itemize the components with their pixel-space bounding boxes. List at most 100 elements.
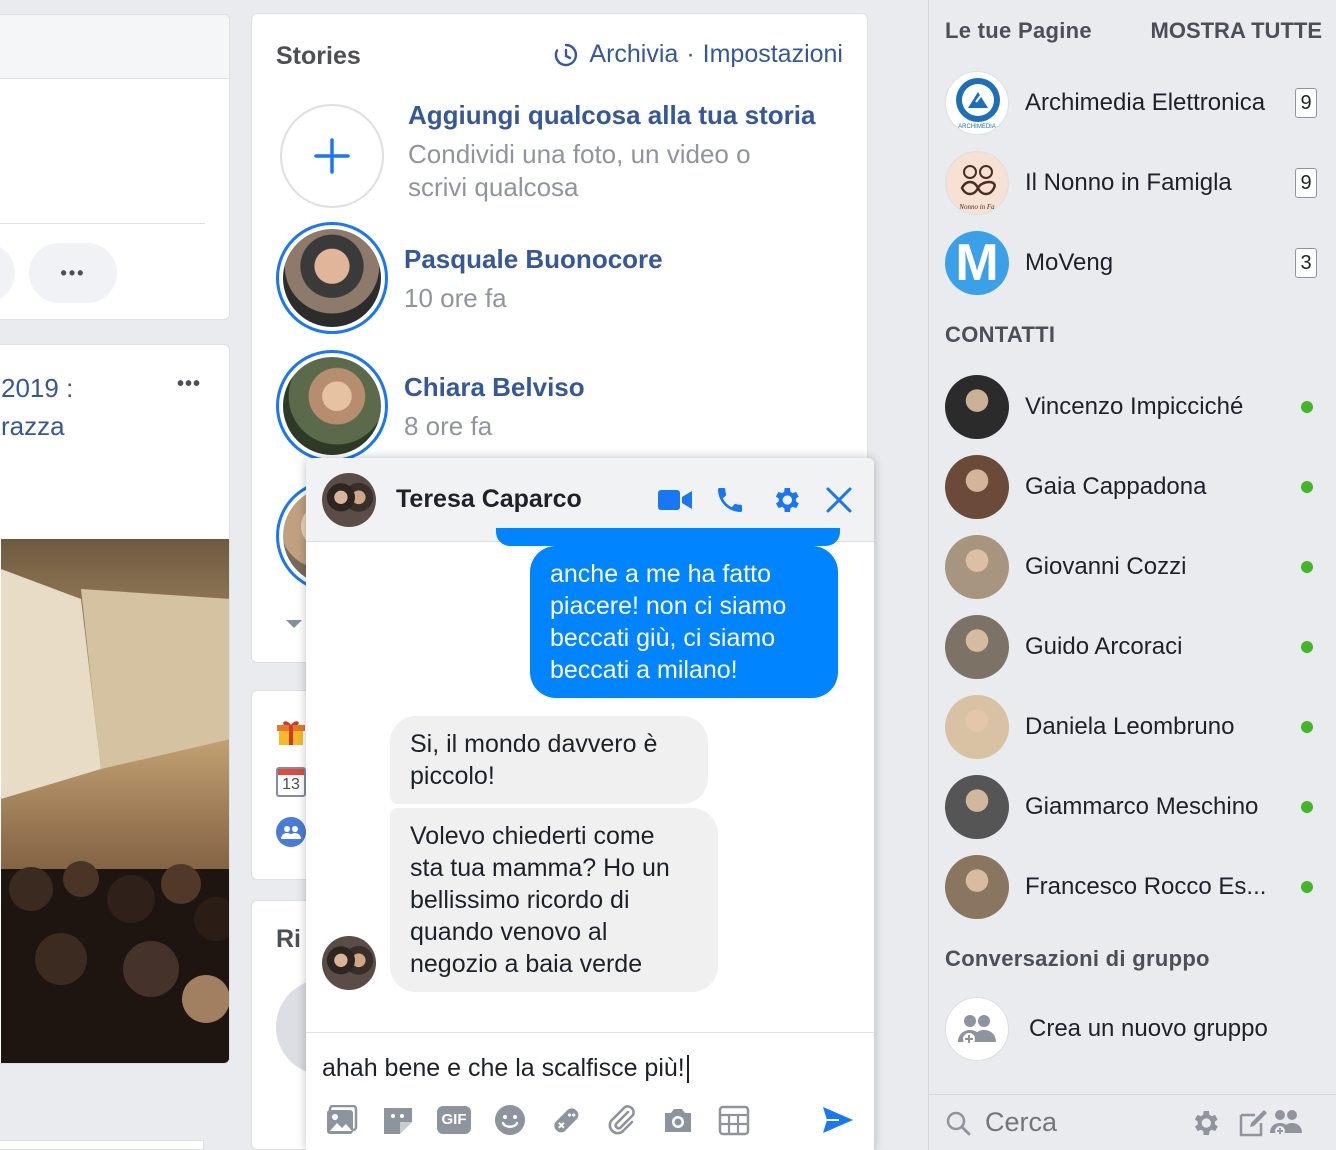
close-icon[interactable] <box>826 487 852 513</box>
sticker-icon[interactable] <box>380 1102 416 1138</box>
post-options-button[interactable]: ••• <box>177 373 201 396</box>
composer-more-button[interactable]: ••• <box>29 243 117 303</box>
new-message-icon[interactable] <box>1237 1107 1269 1139</box>
contact-avatar <box>945 615 1009 679</box>
message-bubble-received[interactable]: Volevo chiederti come sta tua mamma? Ho … <box>390 808 718 992</box>
archive-link[interactable]: Archivia <box>589 40 678 69</box>
contact-item[interactable]: Daniela Leombruno <box>945 694 1321 760</box>
page-logo: M <box>945 231 1009 295</box>
page-name: MoVeng <box>1025 249 1114 276</box>
planner-icon[interactable] <box>716 1102 752 1138</box>
calendar-icon[interactable]: 13 <box>276 767 306 797</box>
emoji-icon[interactable] <box>492 1102 528 1138</box>
page-logo-letter: M <box>955 234 999 292</box>
gift-icon[interactable] <box>276 717 306 747</box>
post-title-line1[interactable]: 2019 : <box>1 373 73 404</box>
post-photo[interactable] <box>1 539 230 1064</box>
create-group-icon <box>945 997 1009 1061</box>
gear-icon[interactable] <box>770 484 802 516</box>
gear-icon[interactable] <box>1189 1107 1221 1139</box>
add-group-icon[interactable] <box>1269 1107 1303 1139</box>
groups-icon[interactable] <box>276 817 306 847</box>
contact-avatar <box>945 855 1009 919</box>
online-status-dot <box>1301 481 1313 493</box>
story-avatar-ring[interactable] <box>276 222 388 334</box>
page-item[interactable]: Nonno in Fa Il Nonno in Famigla 9 <box>945 150 1321 216</box>
settings-link[interactable]: Impostazioni <box>703 40 843 69</box>
page-item[interactable]: ARCHIMEDIA Archimedia Elettronica 9 <box>945 70 1321 136</box>
suggestions-title: Ri <box>276 925 301 953</box>
contact-item[interactable]: Guido Arcoraci <box>945 614 1321 680</box>
story-avatar-ring[interactable] <box>276 350 388 462</box>
story-item[interactable]: Chiara Belviso 8 ore fa <box>276 350 585 462</box>
contact-avatar <box>945 695 1009 759</box>
message-bubble-received[interactable]: Si, il mondo davvero è piccolo! <box>390 716 708 804</box>
sidebar-search-input[interactable] <box>985 1107 1175 1138</box>
archive-clock-icon <box>555 43 578 66</box>
contact-name: Guido Arcoraci <box>1025 633 1183 660</box>
video-call-icon[interactable] <box>658 488 692 512</box>
contact-item[interactable]: Vincenzo Impicciché <box>945 374 1321 440</box>
attachment-icon[interactable] <box>604 1102 640 1138</box>
phone-icon[interactable] <box>714 484 746 516</box>
contacts-section-title: CONTATTI <box>945 322 1056 347</box>
online-status-dot <box>1301 721 1313 733</box>
camera-icon[interactable] <box>660 1102 696 1138</box>
pages-section-title: Le tue Pagine <box>945 18 1092 43</box>
page-logo-caption: ARCHIMEDIA <box>958 124 996 130</box>
composer-card: ••• <box>0 14 230 320</box>
chat-window: Teresa Caparco anche a me ha fatto piace… <box>306 458 874 1150</box>
show-all-link[interactable]: MOSTRA TUTTE <box>1151 18 1323 44</box>
message-sender-avatar[interactable] <box>322 936 376 990</box>
sidebar-search-bar <box>929 1094 1336 1150</box>
contact-name: Daniela Leombruno <box>1025 713 1235 740</box>
chat-contact-name[interactable]: Teresa Caparco <box>396 485 658 514</box>
contact-item[interactable]: Gaia Cappadona <box>945 454 1321 520</box>
message-bubble-sent[interactable]: anche a me ha fatto piacere! non ci siam… <box>530 546 838 698</box>
add-story-item[interactable]: Aggiungi qualcosa alla tua storia Condiv… <box>276 100 815 212</box>
photo-icon[interactable] <box>324 1102 360 1138</box>
page-item[interactable]: M MoVeng 3 <box>945 230 1321 296</box>
story-avatar <box>283 229 381 327</box>
page-notification-count: 3 <box>1295 248 1317 278</box>
see-more-chevron-icon[interactable] <box>284 618 304 630</box>
page-logo: Nonno in Fa <box>945 151 1009 215</box>
contact-item[interactable]: Giammarco Meschino <box>945 774 1321 840</box>
page-notification-count: 9 <box>1295 168 1317 198</box>
page-name: Il Nonno in Famigla <box>1025 169 1232 196</box>
story-time: 8 ore fa <box>404 411 493 441</box>
gif-button[interactable]: GIF <box>436 1102 472 1138</box>
text-cursor <box>686 1055 689 1084</box>
story-name: Pasquale Buonocore <box>404 244 663 274</box>
contact-item[interactable]: Francesco Rocco Es... <box>945 854 1321 920</box>
stories-header-actions: Archivia · Impostazioni <box>553 40 843 69</box>
chat-contact-avatar[interactable] <box>322 472 376 527</box>
add-story-title: Aggiungi qualcosa alla tua storia <box>408 100 816 130</box>
feed-bottom-card <box>0 1140 204 1150</box>
calendar-day: 13 <box>282 776 300 793</box>
contact-item[interactable]: Giovanni Cozzi <box>945 534 1321 600</box>
group-conversations-title: Conversazioni di gruppo <box>945 946 1210 971</box>
add-story-subtitle-1: Condividi una foto, un video o <box>408 139 751 169</box>
page-notification-count: 9 <box>1295 88 1317 118</box>
page-logo-caption: Nonno in Fa <box>959 203 995 211</box>
previous-bubble-tail <box>496 528 840 546</box>
add-story-circle[interactable] <box>280 104 384 208</box>
online-status-dot <box>1301 561 1313 573</box>
post-title-line2[interactable]: razza <box>1 411 65 442</box>
composer-option-pill[interactable] <box>0 243 15 303</box>
story-item[interactable]: Pasquale Buonocore 10 ore fa <box>276 222 663 334</box>
create-group-item[interactable]: Crea un nuovo gruppo <box>945 996 1321 1062</box>
add-story-subtitle-2: scrivi qualcosa <box>408 172 579 202</box>
online-status-dot <box>1301 881 1313 893</box>
message-input[interactable]: ahah bene e che la scalfisce più! <box>322 1054 689 1084</box>
contact-avatar <box>945 375 1009 439</box>
contact-avatar <box>945 775 1009 839</box>
header-separator: · <box>686 40 695 68</box>
page-name: Archimedia Elettronica <box>1025 89 1266 116</box>
game-icon[interactable] <box>548 1102 584 1138</box>
contact-name: Gaia Cappadona <box>1025 473 1207 500</box>
story-avatar <box>283 357 381 455</box>
composer-header <box>0 15 229 79</box>
send-icon[interactable] <box>820 1102 856 1138</box>
